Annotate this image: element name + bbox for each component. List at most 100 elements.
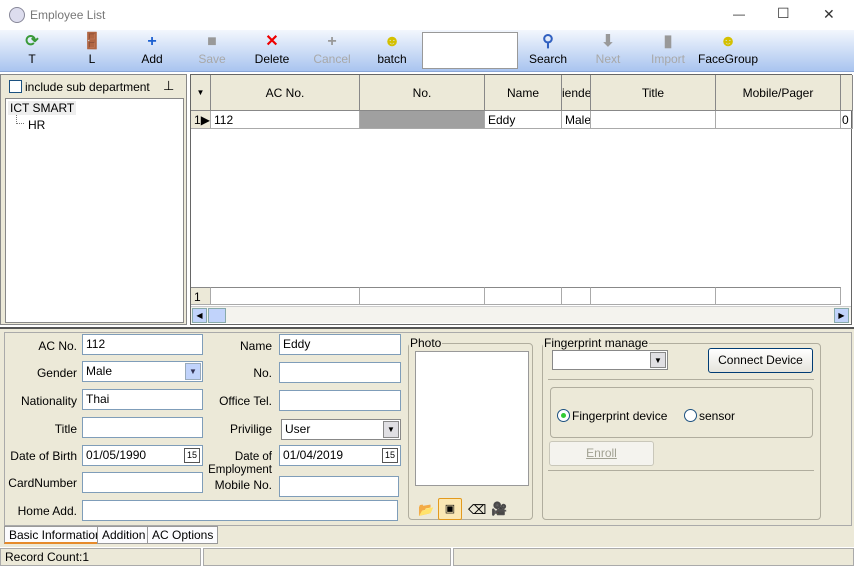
doe-input[interactable]: 01/04/2019 15 [279, 445, 401, 466]
save-icon: ■ [207, 33, 217, 50]
org-chart-icon[interactable]: ⊥ [163, 78, 174, 94]
search-icon: ⚲ [542, 33, 554, 50]
maximize-button[interactable]: ☐ [777, 5, 790, 22]
chevron-down-icon[interactable]: ▼ [650, 352, 666, 368]
minimize-button[interactable]: — [733, 7, 745, 21]
exit-door-icon: 🚪 [82, 33, 102, 50]
home-input[interactable] [82, 500, 398, 521]
toolbar-label: batch [377, 52, 407, 66]
photo-box [415, 351, 529, 486]
search-input[interactable] [422, 32, 518, 69]
department-panel: include sub department ⊥ ICT SMART HR [0, 74, 187, 325]
refresh-icon: ⟳ [25, 33, 39, 50]
app-icon [9, 7, 25, 23]
webcam-icon[interactable]: 🎥 [491, 501, 507, 517]
fingerprint-label: Fingerprint manage [544, 336, 649, 350]
gender-select[interactable]: Male ▼ [82, 361, 203, 382]
chevron-down-icon[interactable]: ▼ [383, 421, 399, 438]
cell-gender[interactable]: Male [562, 111, 591, 129]
next-button[interactable]: ⬇ Next [578, 32, 638, 66]
include-sub-label: include sub department [25, 80, 150, 94]
col-ac-no[interactable]: AC No. [211, 75, 360, 111]
card-input[interactable] [82, 472, 203, 493]
nationality-label: Nationality [20, 394, 77, 408]
mobile-label: Mobile No. [214, 478, 272, 492]
plus-gray-icon: + [327, 33, 337, 50]
radio-fingerprint-device[interactable] [557, 409, 570, 422]
fingerprint-select[interactable]: ▼ [552, 350, 668, 370]
tree-node-ict-smart[interactable]: ICT SMART [8, 101, 77, 115]
delete-button[interactable]: ✕ Delete [242, 32, 302, 66]
col-gender[interactable]: iende [562, 75, 591, 111]
name-input[interactable]: Eddy [279, 334, 401, 355]
title-input[interactable] [82, 417, 203, 438]
plus-icon: + [147, 33, 157, 50]
grid-column-menu[interactable]: ▼ [191, 75, 211, 111]
cell-title[interactable] [591, 111, 716, 129]
facegroup-button[interactable]: ☻ FaceGroup [698, 32, 758, 66]
scroll-right-button[interactable]: ▶ [834, 308, 849, 323]
radio-sensor-label[interactable]: sensor [699, 409, 735, 423]
no-input[interactable] [279, 362, 401, 383]
search-button[interactable]: ⚲ Search [518, 32, 578, 66]
doe-value: 01/04/2019 [283, 448, 344, 462]
save-button[interactable]: ■ Save [182, 32, 242, 66]
camera-capture-icon[interactable]: ▣ [438, 498, 462, 520]
tree-node-hr[interactable]: HR [28, 118, 45, 132]
connect-device-button[interactable]: Connect Device [708, 348, 813, 373]
nationality-input[interactable]: Thai [82, 389, 203, 410]
col-extra[interactable] [841, 75, 853, 111]
toolbar-label: Next [595, 52, 621, 66]
status-panel-2 [203, 548, 451, 566]
col-no[interactable]: No. [360, 75, 485, 111]
mobile-input[interactable] [279, 476, 399, 497]
dob-value: 01/05/1990 [86, 448, 147, 462]
no-label: No. [253, 366, 272, 380]
add-button[interactable]: + Add [122, 32, 182, 66]
toolbar-label: L [88, 52, 96, 66]
photo-label: Photo [410, 336, 442, 350]
eraser-icon[interactable]: ⌫ [468, 502, 486, 518]
import-button[interactable]: ▮ Import [638, 32, 698, 66]
window-title: Employee List [30, 8, 106, 22]
enroll-button[interactable]: Enroll [549, 441, 654, 466]
horizontal-scrollbar[interactable]: ◀ ▶ [191, 306, 851, 323]
cancel-button[interactable]: + Cancel [302, 32, 362, 66]
include-sub-checkbox[interactable] [9, 80, 22, 93]
calendar-icon[interactable]: 15 [184, 448, 200, 463]
scroll-thumb[interactable] [208, 308, 226, 323]
ac-no-input[interactable]: 112 [82, 334, 203, 355]
tab-addition[interactable]: Addition [97, 526, 151, 544]
down-arrow-icon: ⬇ [601, 33, 615, 50]
tab-ac-options[interactable]: AC Options [147, 526, 219, 544]
calendar-icon[interactable]: 15 [382, 448, 398, 463]
batch-button[interactable]: ☻ batch [362, 32, 422, 66]
office-tel-input[interactable] [279, 390, 401, 411]
toolbar-label: T [28, 52, 36, 66]
toolbar-label: Add [141, 52, 163, 66]
cell-ac-no[interactable]: 112 [211, 111, 360, 129]
toolbar-label: Delete [254, 52, 290, 66]
office-tel-label: Office Tel. [219, 394, 272, 408]
tab-basic-information[interactable]: Basic Information [4, 526, 107, 544]
close-button[interactable]: ✕ [823, 6, 835, 23]
cell-mobile[interactable] [716, 111, 841, 129]
col-name[interactable]: Name [485, 75, 562, 111]
cell-no[interactable] [360, 111, 485, 129]
l-button[interactable]: 🚪 L [62, 32, 122, 66]
col-title[interactable]: Title [591, 75, 716, 111]
radio-sensor[interactable] [684, 409, 697, 422]
scroll-left-button[interactable]: ◀ [192, 308, 207, 323]
chevron-down-icon[interactable]: ▼ [185, 363, 201, 380]
status-panel-3 [453, 548, 854, 566]
footer-cell [485, 287, 562, 305]
radio-fingerprint-device-label[interactable]: Fingerprint device [572, 409, 667, 423]
col-mobile[interactable]: Mobile/Pager [716, 75, 841, 111]
cell-extra[interactable]: 0 [841, 111, 853, 129]
open-folder-icon[interactable]: 📂 [418, 502, 434, 518]
dob-input[interactable]: 01/05/1990 15 [82, 445, 203, 466]
privilege-select[interactable]: User ▼ [281, 419, 401, 440]
t-button[interactable]: ⟳ T [2, 32, 62, 66]
cell-name[interactable]: Eddy [485, 111, 562, 129]
name-label: Name [239, 339, 272, 353]
